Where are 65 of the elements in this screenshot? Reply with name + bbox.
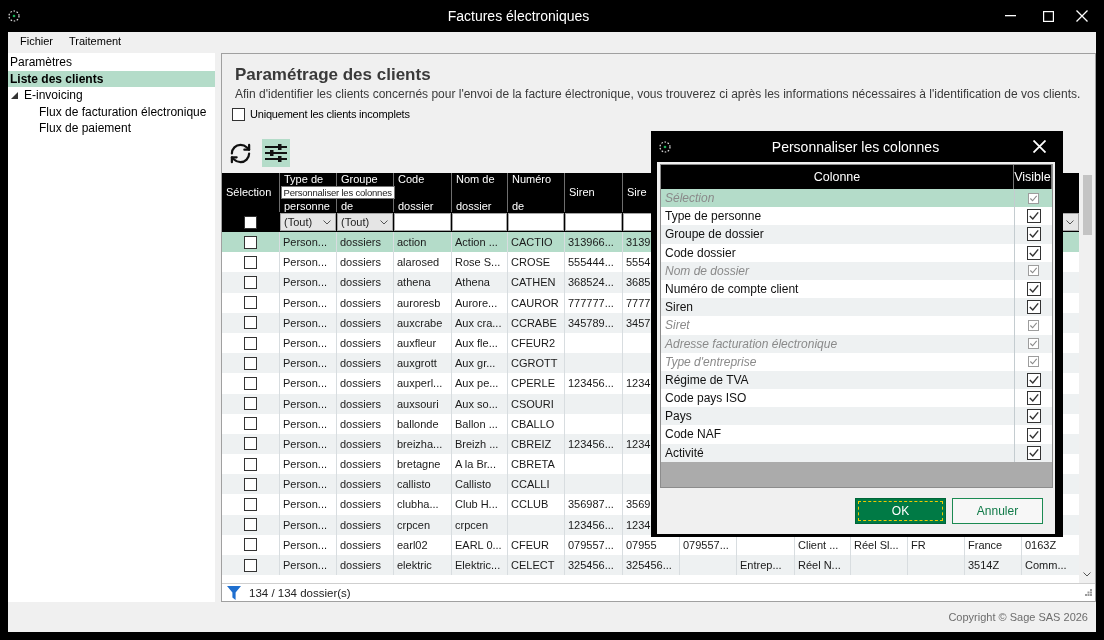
- table-cell: Aux so...: [452, 393, 508, 414]
- copyright-text: Copyright © Sage SAS 2026: [948, 611, 1088, 623]
- column-name: Type de personne: [664, 208, 763, 226]
- table-cell: CBALLO: [508, 413, 565, 434]
- table-cell: CATHEN: [508, 272, 565, 293]
- dialog-title: Personnaliser les colonnes: [770, 138, 941, 155]
- table-cell: Person...: [280, 292, 337, 313]
- table-cell: CAUROR: [508, 292, 565, 313]
- table-cell: CPERLE: [508, 373, 565, 394]
- table-cell: dossiers: [337, 393, 394, 414]
- table-cell: 123456...: [565, 514, 623, 535]
- table-cell: CSOURI: [508, 393, 565, 414]
- table-cell: Ballon ...: [452, 413, 508, 434]
- table-cell: Aux pe...: [452, 373, 508, 394]
- table-cell: 123456...: [565, 373, 623, 394]
- table-cell: dossiers: [337, 494, 394, 515]
- table-cell: Person...: [280, 413, 337, 434]
- table-cell: dossiers: [337, 373, 394, 394]
- record-count: 134 / 134 dossier(s): [249, 586, 351, 599]
- table-cell: dossiers: [337, 292, 394, 313]
- table-cell: Person...: [280, 514, 337, 535]
- table-cell: CCRABE: [508, 312, 565, 333]
- table-cell: Person...: [280, 373, 337, 394]
- table-cell: auroresb: [394, 292, 452, 313]
- table-cell: dossiers: [337, 413, 394, 434]
- window-title: Factures électroniques: [446, 8, 591, 24]
- table-cell: Person...: [280, 312, 337, 333]
- table-cell: 3514Z: [965, 555, 1022, 576]
- column-name: Sélection: [664, 190, 716, 207]
- table-cell: Entrep...: [737, 555, 795, 576]
- table-cell: Person...: [280, 393, 337, 414]
- table-cell: Réel N...: [795, 555, 851, 576]
- table-cell: 356987...: [565, 494, 623, 515]
- table-cell: 345789...: [565, 312, 623, 333]
- column-name: Adresse facturation électronique: [663, 335, 839, 353]
- table-cell: 325456...: [565, 555, 623, 576]
- table-cell: crpcen: [452, 514, 508, 535]
- table-cell: Aurore...: [452, 292, 508, 313]
- table-cell: Aux cra...: [452, 312, 508, 333]
- table-cell: clubha...: [394, 494, 452, 515]
- page-title: Paramétrage des clients: [235, 64, 432, 86]
- table-cell: Person...: [280, 555, 337, 576]
- table-cell: Club H...: [452, 494, 508, 515]
- table-cell: auxcrabe: [394, 312, 452, 333]
- column-name: Type d'entreprise: [664, 353, 758, 371]
- table-cell: elektric: [394, 555, 452, 576]
- table-cell: dossiers: [337, 312, 394, 333]
- table-cell: CELECT: [508, 555, 565, 576]
- table-cell: Person...: [280, 494, 337, 515]
- table-cell: 325456...: [623, 555, 680, 576]
- table-cell: dossiers: [337, 555, 394, 576]
- table-cell: Elektric...: [452, 555, 508, 576]
- table-cell: 777777...: [565, 292, 623, 313]
- table-cell: crpcen: [394, 514, 452, 535]
- page-description: Afin d'identifier les clients concernés pour l'envoi de la facture électronique, vous trouverez ci après les informations nécessaires à l'identification de vos clients.: [235, 86, 1081, 102]
- table-cell: dossiers: [337, 272, 394, 293]
- table-cell: dossiers: [337, 514, 394, 535]
- table-cell: auxperl...: [394, 373, 452, 394]
- table-cell: CCLUB: [508, 494, 565, 515]
- table-cell: Person...: [280, 272, 337, 293]
- table-cell: athena: [394, 272, 452, 293]
- table-cell: auxsouri: [394, 393, 452, 414]
- table-cell: ballonde: [394, 413, 452, 434]
- table-cell: 368524...: [565, 272, 623, 293]
- table-cell: Athena: [452, 272, 508, 293]
